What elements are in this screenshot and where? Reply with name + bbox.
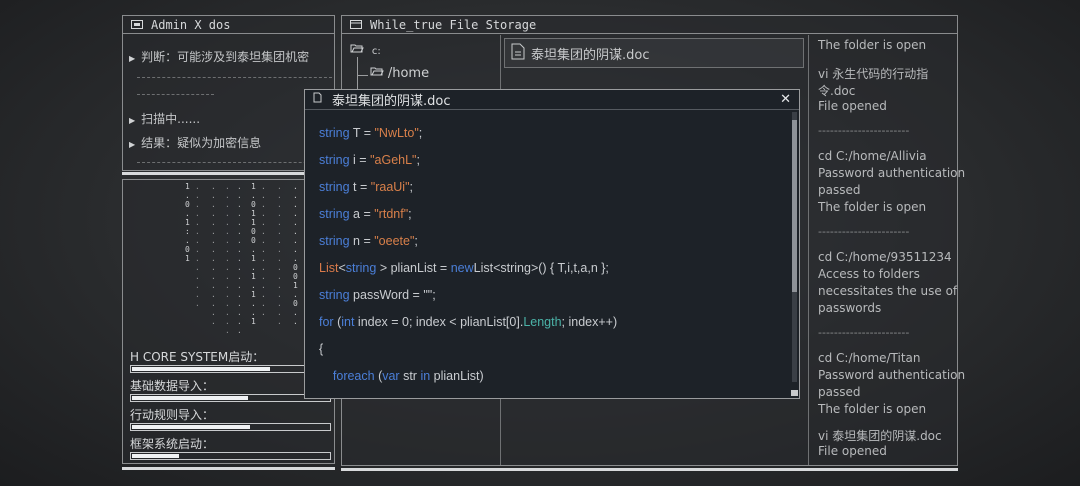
bullet-triangle-icon: ▶ — [129, 116, 136, 125]
code-line: foreach (var str in plianList) — [319, 369, 484, 383]
tree-label: c: — [371, 46, 381, 57]
log-line: ▶ 扫描中...... — [129, 112, 201, 126]
column-divider — [808, 35, 809, 465]
status-label-core: H CORE SYSTEM启动： — [130, 350, 265, 364]
tree-item-home[interactable]: /home — [370, 66, 429, 81]
panel-underline — [341, 468, 958, 471]
folder-open-icon — [350, 43, 364, 57]
document-icon — [511, 43, 525, 64]
progress-bar-core — [130, 365, 331, 373]
log-line: cd C:/home/93511234 — [818, 250, 952, 264]
log-line: vi 永生代码的行动指 — [818, 67, 929, 81]
bullet-triangle-icon: ▶ — [129, 140, 136, 149]
document-editor-window[interactable]: 泰坦集团的阴谋.doc ✕ string T = "NwLto"; string … — [304, 89, 800, 399]
log-line: The folder is open — [818, 402, 927, 416]
log-line: The folder is open — [818, 38, 927, 52]
code-line: string a = "rtdnf"; — [319, 207, 412, 221]
log-line: cd C:/home/Allivia — [818, 149, 927, 163]
editor-title: 泰坦集团的阴谋.doc — [332, 94, 451, 109]
status-label-rules: 行动规则导入： — [130, 408, 215, 422]
progress-fill — [132, 396, 249, 400]
admin-titlebar: Admin X dos — [123, 16, 334, 34]
scroll-down-arrow[interactable] — [791, 390, 798, 396]
code-line: string T = "NwLto"; — [319, 126, 423, 140]
close-icon[interactable]: ✕ — [780, 92, 791, 107]
code-line: string passWord = ""; — [319, 288, 436, 302]
log-line: necessitates the use of — [818, 284, 958, 298]
log-line: Password authentication — [818, 368, 966, 382]
code-line: for (int index = 0; index < plianList[0]… — [319, 315, 618, 329]
log-line: 令.doc — [818, 84, 856, 98]
code-line: string n = "oeete"; — [319, 234, 418, 248]
panel-underline — [122, 467, 335, 470]
code-line: List<string > plianList = newList<string… — [319, 261, 609, 275]
document-icon — [313, 92, 322, 107]
code-line: string t = "raaUi"; — [319, 180, 413, 194]
open-file-tab[interactable]: 泰坦集团的阴谋.doc — [504, 38, 804, 68]
status-label-data: 基础数据导入： — [130, 379, 215, 393]
terminal-icon — [131, 18, 143, 32]
status-label-framework: 框架系统启动： — [130, 437, 215, 451]
tree-connector — [357, 57, 368, 76]
tree-connector — [357, 75, 358, 90]
log-divider: ----------------------- — [818, 326, 910, 339]
log-line: ▶ 判断：可能涉及到泰坦集团机密 — [129, 50, 310, 64]
tree-item-root[interactable]: c: — [350, 43, 381, 57]
progress-bar-rules — [130, 423, 331, 431]
open-file-name: 泰坦集团的阴谋.doc — [531, 47, 650, 63]
log-divider: ----------------------- — [818, 225, 910, 238]
bullet-triangle-icon: ▶ — [129, 54, 136, 63]
log-line: ▶ 结果：疑似为加密信息 — [129, 136, 262, 150]
vertical-scrollbar[interactable] — [792, 112, 797, 382]
code-line: { — [319, 342, 324, 356]
log-line: Access to folders — [818, 267, 920, 281]
progress-fill — [132, 454, 180, 458]
progress-bar-data — [130, 394, 331, 402]
admin-title: Admin X dos — [151, 17, 231, 32]
storage-title: While_true File Storage — [370, 17, 537, 32]
progress-fill — [132, 425, 251, 429]
log-line: vi 泰坦集团的阴谋.doc — [818, 429, 942, 443]
tree-label: /home — [387, 66, 430, 81]
divider — [137, 162, 332, 163]
storage-titlebar: While_true File Storage — [342, 16, 957, 34]
log-line: passwords — [818, 301, 882, 315]
progress-bar-framework — [130, 452, 331, 460]
folder-open-icon — [370, 66, 384, 80]
window-icon — [350, 18, 362, 32]
scrollbar-thumb[interactable] — [792, 120, 797, 292]
log-line: cd C:/home/Titan — [818, 351, 921, 365]
log-line: passed — [818, 385, 861, 399]
divider — [137, 77, 332, 78]
log-line: File opened — [818, 444, 887, 458]
log-line: The folder is open — [818, 200, 927, 214]
progress-fill — [132, 367, 270, 371]
log-line: passed — [818, 183, 861, 197]
log-line: Password authentication — [818, 166, 966, 180]
log-line: File opened — [818, 99, 887, 113]
code-line: string i = "aGehL"; — [319, 153, 420, 167]
editor-titlebar: 泰坦集团的阴谋.doc ✕ — [305, 90, 799, 110]
divider — [137, 94, 214, 95]
log-divider: ----------------------- — [818, 124, 910, 137]
